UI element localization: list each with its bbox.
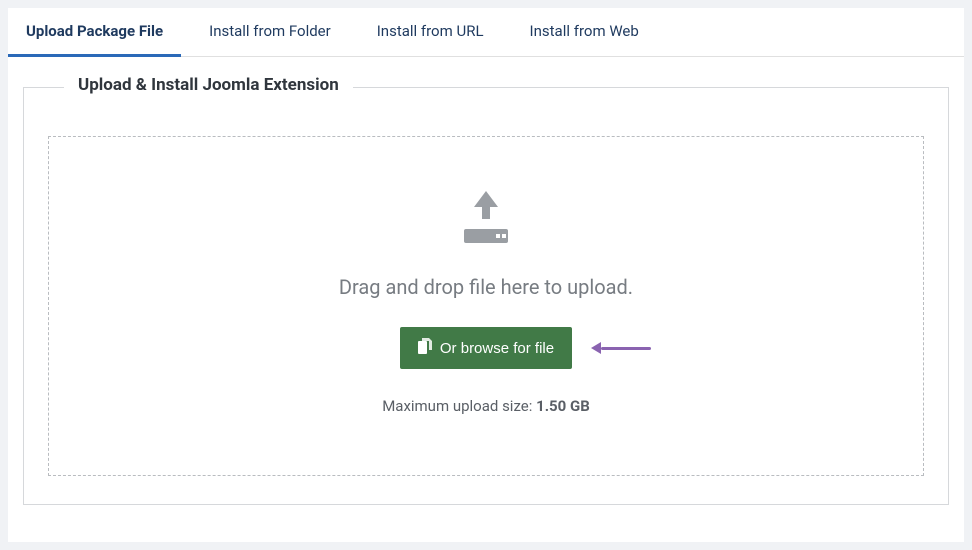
copy-icon bbox=[418, 338, 432, 358]
tab-install-web[interactable]: Install from Web bbox=[512, 8, 657, 56]
max-size-label: Maximum upload size: bbox=[382, 397, 536, 415]
fieldset-legend: Upload & Install Joomla Extension bbox=[64, 75, 353, 95]
annotation-arrow bbox=[591, 342, 651, 354]
max-upload-size: Maximum upload size: 1.50 GB bbox=[69, 397, 903, 415]
max-size-value: 1.50 GB bbox=[536, 397, 590, 415]
tab-install-folder[interactable]: Install from Folder bbox=[191, 8, 349, 56]
install-method-tabs: Upload Package File Install from Folder … bbox=[8, 8, 964, 57]
browse-file-button[interactable]: Or browse for file bbox=[400, 327, 572, 369]
upload-dropzone[interactable]: Drag and drop file here to upload. Or br… bbox=[48, 136, 924, 476]
upload-fieldset: Upload & Install Joomla Extension Drag a… bbox=[23, 87, 949, 505]
tab-upload-package[interactable]: Upload Package File bbox=[8, 8, 181, 57]
drag-instruction-text: Drag and drop file here to upload. bbox=[69, 275, 903, 299]
tab-install-url[interactable]: Install from URL bbox=[359, 8, 502, 56]
upload-icon bbox=[454, 189, 518, 253]
browse-button-label: Or browse for file bbox=[440, 340, 554, 357]
